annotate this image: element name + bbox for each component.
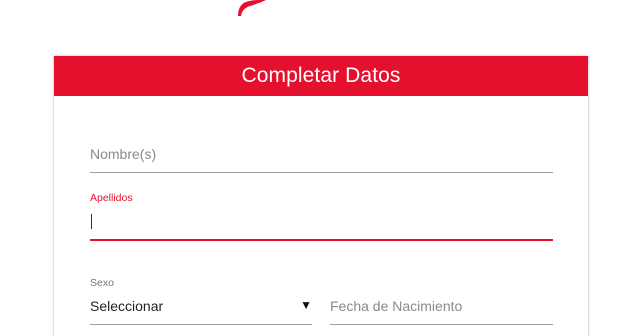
- text-caret: [91, 214, 92, 229]
- sexo-selected-value: Seleccionar: [90, 298, 164, 314]
- dropdown-arrow-icon[interactable]: ▼: [300, 298, 312, 312]
- page: Completar Datos Nombre(s) Apellidos Sexo…: [0, 0, 640, 336]
- fecha-nacimiento-field[interactable]: Fecha de Nacimiento: [330, 276, 553, 328]
- brand-logo-icon: [236, 0, 276, 16]
- apellidos-underline: [90, 239, 553, 241]
- apellidos-label: Apellidos: [90, 192, 133, 204]
- nombre-placeholder: Nombre(s): [90, 146, 157, 162]
- nombre-underline: [90, 172, 553, 173]
- sexo-label: Sexo: [90, 277, 114, 289]
- fecha-underline: [330, 324, 553, 325]
- sexo-select[interactable]: Sexo Seleccionar ▼: [90, 276, 312, 328]
- nombre-field[interactable]: Nombre(s): [90, 138, 553, 174]
- complete-data-form: Completar Datos Nombre(s) Apellidos Sexo…: [54, 56, 588, 336]
- form-title: Completar Datos: [54, 56, 588, 96]
- fecha-placeholder: Fecha de Nacimiento: [330, 298, 463, 314]
- sexo-underline: [90, 324, 312, 325]
- apellidos-field[interactable]: Apellidos: [90, 190, 553, 242]
